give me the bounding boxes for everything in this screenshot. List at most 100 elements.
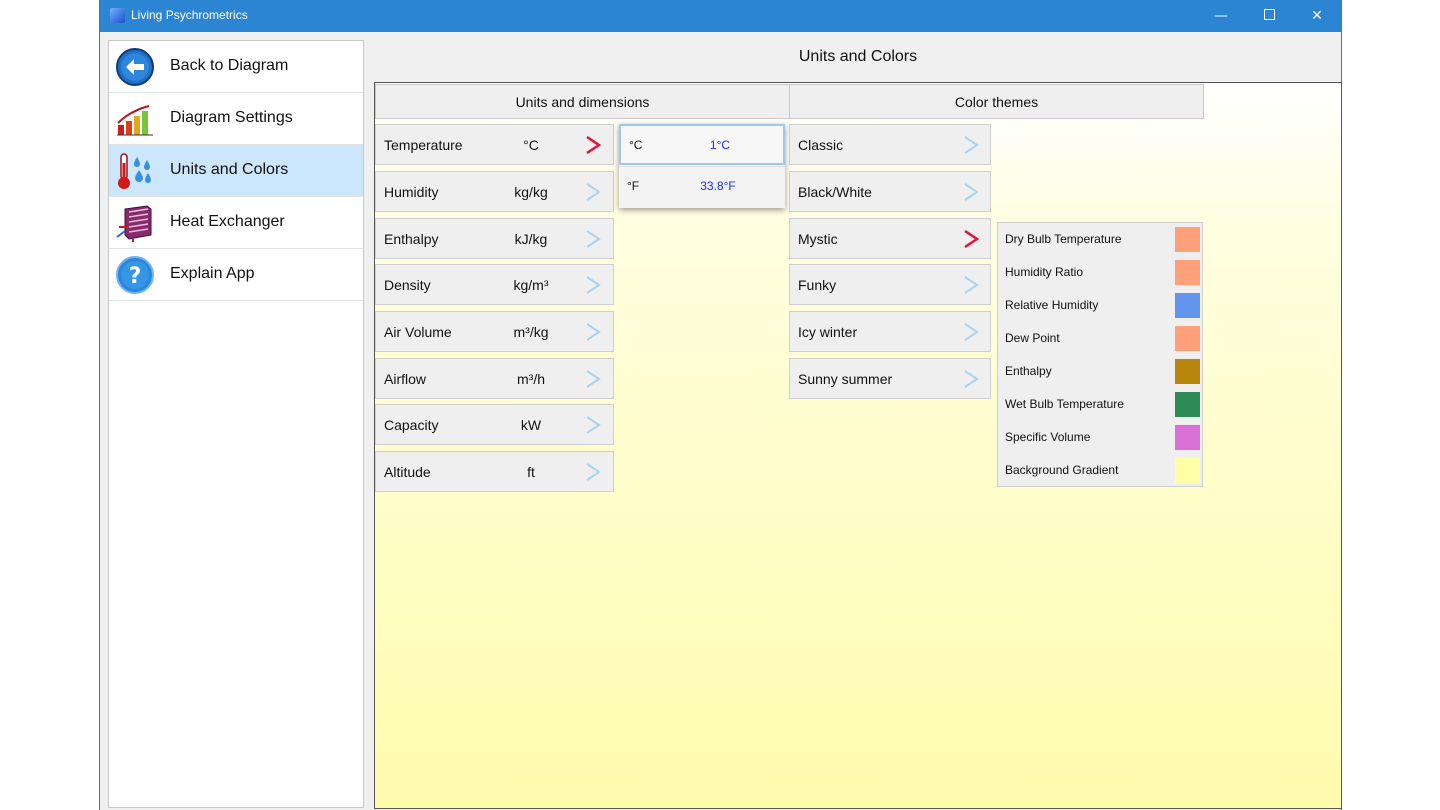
unit-value: kW <box>520 417 542 433</box>
chevron-right-icon <box>586 230 601 248</box>
unit-label: Capacity <box>384 417 439 433</box>
chevron-right-icon <box>964 370 979 388</box>
legend-label: Dew Point <box>1005 331 1060 345</box>
legend-item-dew-point[interactable]: Dew Point <box>998 322 1202 355</box>
theme-row-sunny-summer[interactable]: Sunny summer <box>789 358 991 399</box>
chevron-right-icon <box>586 135 602 155</box>
theme-label: Classic <box>798 137 844 153</box>
popup-option-fahrenheit[interactable]: °F 33.8°F <box>619 166 785 207</box>
help-icon: ? <box>116 256 154 294</box>
unit-value: kJ/kg <box>514 231 548 247</box>
theme-row-classic[interactable]: Classic <box>789 124 991 165</box>
unit-label: Temperature <box>384 137 463 153</box>
unit-label: Airflow <box>384 371 427 387</box>
unit-value: kg/kg <box>514 184 548 200</box>
svg-text:?: ? <box>129 264 142 289</box>
sidebar-item-label: Explain App <box>170 265 255 282</box>
back-arrow-icon <box>116 48 154 86</box>
units-column-header: Units and dimensions <box>375 84 790 119</box>
theme-label: Funky <box>798 277 837 293</box>
unit-label: Density <box>384 277 431 293</box>
chevron-right-icon <box>964 136 979 154</box>
popup-option-celsius[interactable]: °C 1°C <box>619 124 785 165</box>
color-swatch[interactable] <box>1175 227 1200 252</box>
unit-row-air-volume[interactable]: Air Volume m³/kg <box>375 311 614 352</box>
unit-row-capacity[interactable]: Capacity kW <box>375 404 614 445</box>
color-swatch[interactable] <box>1175 359 1200 384</box>
color-swatch[interactable] <box>1175 260 1200 285</box>
chevron-right-icon <box>586 370 601 388</box>
theme-row-icy-winter[interactable]: Icy winter <box>789 311 991 352</box>
legend-item-specific-volume[interactable]: Specific Volume <box>998 421 1202 454</box>
legend-label: Background Gradient <box>1005 463 1119 477</box>
chevron-right-icon <box>586 183 601 201</box>
app-window: Living Psychrometrics — ✕ Back to Diagra… <box>99 0 1342 810</box>
unit-row-altitude[interactable]: Altitude ft <box>375 451 614 492</box>
unit-label: Enthalpy <box>384 231 439 247</box>
legend-label: Humidity Ratio <box>1005 265 1084 279</box>
chevron-right-icon <box>964 323 979 341</box>
unit-value: m³/h <box>517 371 545 387</box>
page-title: Units and Colors <box>798 48 918 65</box>
chevron-right-icon <box>586 323 601 341</box>
legend-item-wet-bulb-temperature[interactable]: Wet Bulb Temperature <box>998 388 1202 421</box>
heat-exchanger-icon <box>116 205 152 242</box>
window-title: Living Psychrometrics <box>131 8 248 22</box>
close-button[interactable]: ✕ <box>1294 0 1340 32</box>
legend-item-dry-bulb-temperature[interactable]: Dry Bulb Temperature <box>998 223 1202 256</box>
legend-label: Relative Humidity <box>1005 298 1099 312</box>
sidebar-item-heat-exchanger[interactable]: Heat Exchanger <box>109 197 363 249</box>
legend-label: Specific Volume <box>1005 430 1091 444</box>
color-swatch[interactable] <box>1175 458 1200 483</box>
theme-row-mystic[interactable]: Mystic <box>789 218 991 259</box>
legend-item-relative-humidity[interactable]: Relative Humidity <box>998 289 1202 322</box>
legend-item-enthalpy[interactable]: Enthalpy <box>998 355 1202 388</box>
theme-row-black-white[interactable]: Black/White <box>789 171 991 212</box>
unit-value: m³/kg <box>513 324 549 340</box>
unit-value: ft <box>527 464 535 480</box>
color-swatch[interactable] <box>1175 326 1200 351</box>
unit-label: Humidity <box>384 184 439 200</box>
theme-row-funky[interactable]: Funky <box>789 264 991 305</box>
popup-option-key: °C <box>629 138 643 152</box>
unit-row-humidity[interactable]: Humidity kg/kg <box>375 171 614 212</box>
theme-label: Black/White <box>798 184 872 200</box>
color-swatch[interactable] <box>1175 392 1200 417</box>
legend-label: Wet Bulb Temperature <box>1005 397 1124 411</box>
sidebar-item-label: Diagram Settings <box>170 109 293 126</box>
popup-option-value: 33.8°F <box>700 179 736 193</box>
theme-label: Mystic <box>798 231 838 247</box>
unit-row-temperature[interactable]: Temperature °C <box>375 124 614 165</box>
bar-chart-icon <box>117 105 153 136</box>
legend-item-humidity-ratio[interactable]: Humidity Ratio <box>998 256 1202 289</box>
title-bar[interactable]: Living Psychrometrics — ✕ <box>100 0 1341 32</box>
legend-item-background-gradient[interactable]: Background Gradient <box>998 454 1202 487</box>
temperature-unit-popup: °C 1°C °F 33.8°F <box>619 124 785 208</box>
legend-label: Enthalpy <box>1005 364 1052 378</box>
sidebar-item-label: Back to Diagram <box>170 57 289 74</box>
thermometer-drops-icon <box>118 153 151 189</box>
color-legend: Dry Bulb Temperature Humidity Ratio Rela… <box>997 222 1203 487</box>
unit-row-enthalpy[interactable]: Enthalpy kJ/kg <box>375 218 614 259</box>
unit-row-density[interactable]: Density kg/m³ <box>375 264 614 305</box>
theme-label: Icy winter <box>798 324 858 340</box>
sidebar-item-units-and-colors[interactable]: Units and Colors <box>109 145 363 197</box>
maximize-button[interactable] <box>1246 0 1292 32</box>
maximize-icon <box>1263 9 1275 20</box>
unit-row-airflow[interactable]: Airflow m³/h <box>375 358 614 399</box>
color-swatch[interactable] <box>1175 293 1200 318</box>
color-swatch[interactable] <box>1175 425 1200 450</box>
sidebar-item-back-to-diagram[interactable]: Back to Diagram <box>109 41 363 93</box>
sidebar: Back to Diagram Diagram Settings Units a… <box>108 40 364 808</box>
chevron-right-icon <box>586 276 601 294</box>
main-panel: Units and dimensions Color themes Temper… <box>374 82 1342 809</box>
chevron-right-icon <box>964 229 980 249</box>
chevron-right-icon <box>964 183 979 201</box>
popup-option-value: 1°C <box>709 138 731 152</box>
unit-value: °C <box>523 137 539 153</box>
popup-option-key: °F <box>627 179 640 193</box>
sidebar-item-diagram-settings[interactable]: Diagram Settings <box>109 93 363 145</box>
minimize-button[interactable]: — <box>1198 0 1244 32</box>
page-header: Units and Colors <box>374 40 1342 80</box>
sidebar-item-explain-app[interactable]: ? Explain App <box>109 249 363 301</box>
